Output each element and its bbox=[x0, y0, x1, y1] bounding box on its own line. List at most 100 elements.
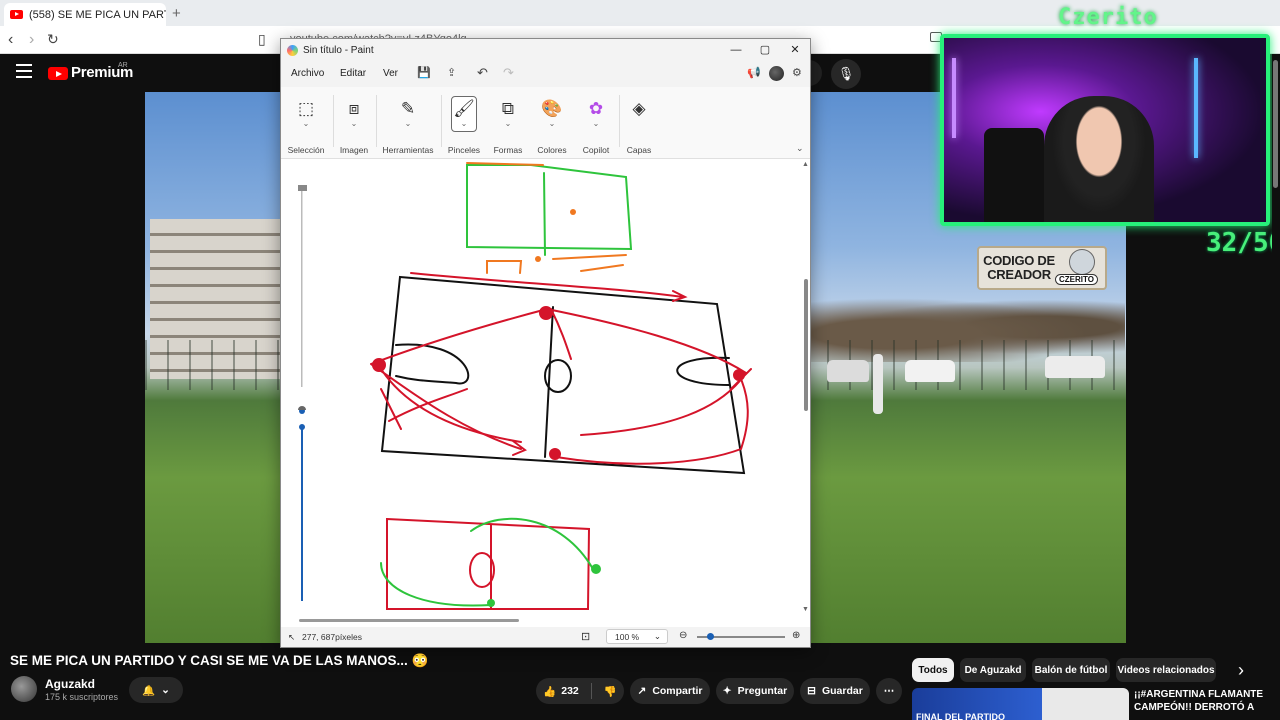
thumbs-down-icon[interactable]: 👎 bbox=[604, 685, 617, 698]
chevron-down-icon: ⌄ bbox=[504, 119, 512, 128]
brush-size-handle[interactable] bbox=[298, 185, 307, 191]
creator-badge-name: CZERITO bbox=[1055, 274, 1098, 285]
like-dislike-group: 👍 232 👎 bbox=[536, 678, 624, 704]
ribbon-label: Colores bbox=[537, 145, 567, 155]
reload-icon[interactable]: ↻ bbox=[47, 31, 59, 48]
bookmark-icon[interactable]: ▯ bbox=[258, 31, 266, 48]
redo-icon[interactable]: ↷ bbox=[503, 65, 514, 81]
chevron-down-icon: ⌄ bbox=[350, 119, 358, 128]
zoom-in-icon[interactable]: ⊕ bbox=[792, 630, 800, 641]
menu-archivo[interactable]: Archivo bbox=[291, 68, 324, 79]
chip-todos[interactable]: Todos bbox=[912, 658, 954, 682]
close-icon[interactable]: ✕ bbox=[780, 41, 810, 59]
paint-canvas[interactable] bbox=[281, 159, 810, 623]
share-icon: ↗ bbox=[637, 685, 647, 697]
menu-editar[interactable]: Editar bbox=[340, 68, 366, 79]
ask-label: Preguntar bbox=[737, 685, 788, 697]
forward-icon[interactable]: › bbox=[29, 31, 34, 49]
thumbs-up-icon: 👍 bbox=[543, 685, 557, 698]
chip-de-aguzakd[interactable]: De Aguzakd bbox=[960, 658, 1026, 682]
chips-next-icon[interactable]: › bbox=[1238, 660, 1244, 681]
paint-ribbon: ⬚ ⌄ Selección ⧈ ⌄ Imagen ✎ ⌄ Herramientas 🖌… bbox=[281, 87, 810, 159]
layers-icon: ◈ bbox=[632, 99, 646, 118]
divider bbox=[376, 95, 377, 147]
zoom-out-icon[interactable]: ⊖ bbox=[679, 630, 687, 641]
save-icon: ⊟ bbox=[807, 685, 816, 697]
page-scrollbar-thumb[interactable] bbox=[1273, 60, 1278, 188]
chevron-down-icon: ⌄ bbox=[302, 119, 310, 128]
opacity-thumb[interactable] bbox=[299, 424, 305, 430]
menu-icon[interactable] bbox=[16, 64, 32, 78]
video-title: SE ME PICA UN PARTIDO Y CASI SE ME VA DE… bbox=[10, 653, 429, 668]
chip-videos-relacionados[interactable]: Videos relacionados bbox=[1116, 658, 1216, 682]
new-tab-icon[interactable]: + bbox=[172, 5, 181, 22]
horizontal-scrollbar-thumb[interactable] bbox=[299, 619, 519, 622]
streamer-name: Czerito bbox=[1058, 5, 1158, 30]
cam-led-light bbox=[1194, 58, 1198, 158]
chip-balon[interactable]: Balón de fútbol bbox=[1032, 658, 1110, 682]
opacity-track[interactable] bbox=[301, 429, 303, 601]
creator-code-banner: CODIGO DE CREADOR CZERITO bbox=[977, 246, 1107, 290]
save-label: Guardar bbox=[821, 685, 863, 697]
video-car bbox=[905, 360, 955, 382]
drawing-surface[interactable] bbox=[281, 159, 810, 623]
ribbon-capas[interactable]: ◈ Capas bbox=[610, 99, 668, 155]
zoom-slider-thumb[interactable] bbox=[707, 633, 714, 640]
shapes-icon: ⧉ bbox=[501, 99, 515, 118]
save-icon[interactable]: 💾 bbox=[417, 66, 431, 79]
account-avatar[interactable] bbox=[769, 66, 784, 81]
mascot-icon bbox=[1069, 249, 1095, 275]
more-options-button[interactable]: ⋯ bbox=[876, 678, 902, 704]
main-pitch bbox=[380, 275, 746, 475]
share-label: Compartir bbox=[652, 685, 703, 697]
scroll-down-icon[interactable]: ▼ bbox=[802, 606, 809, 613]
undo-icon[interactable]: ↶ bbox=[477, 65, 488, 81]
bell-icon: 🔔 bbox=[142, 684, 156, 697]
scroll-up-icon[interactable]: ▲ bbox=[802, 161, 809, 168]
related-video-title[interactable]: ¡¡#ARGENTINA FLAMANTE CAMPEÓN!! DERROTÓ … bbox=[1134, 688, 1269, 714]
follower-goal-counter: 32/50 bbox=[1206, 228, 1280, 258]
brush-size-track[interactable] bbox=[301, 187, 303, 387]
collapse-ribbon-icon[interactable]: ⌄ bbox=[796, 143, 804, 154]
paint-window[interactable]: Sin título - Paint — ▢ ✕ Archivo Editar … bbox=[280, 38, 811, 648]
tools-icon: ✎ bbox=[400, 99, 416, 118]
chevron-down-icon: ⌄ bbox=[653, 631, 661, 641]
related-video-thumbnail[interactable]: FINAL DEL PARTIDO bbox=[912, 688, 1129, 720]
youtube-logo-icon[interactable] bbox=[48, 67, 68, 80]
ask-button[interactable]: ✦ Preguntar bbox=[716, 678, 794, 704]
cam-chair bbox=[984, 128, 1044, 222]
ribbon-imagen[interactable]: ⧈ ⌄ Imagen bbox=[325, 99, 383, 155]
channel-avatar[interactable] bbox=[11, 676, 37, 702]
video-player-person bbox=[873, 354, 883, 414]
save-button[interactable]: ⊟ Guardar bbox=[800, 678, 870, 704]
back-icon[interactable]: ‹ bbox=[8, 31, 13, 49]
channel-name[interactable]: Aguzakd bbox=[45, 677, 95, 691]
announcement-icon[interactable]: 📢 bbox=[747, 66, 761, 79]
opacity-icon bbox=[298, 406, 306, 410]
ribbon-label: Imagen bbox=[339, 145, 369, 155]
sparkle-icon: ✦ bbox=[722, 685, 732, 697]
fit-screen-icon[interactable]: ⊡ bbox=[581, 630, 590, 643]
maximize-icon[interactable]: ▢ bbox=[750, 41, 780, 59]
paint-logo-icon bbox=[287, 44, 298, 56]
like-button[interactable]: 👍 232 bbox=[543, 685, 579, 698]
vertical-scrollbar-thumb[interactable] bbox=[804, 279, 808, 411]
chevron-down-icon: ⌄ bbox=[404, 119, 412, 128]
subscribe-bell-button[interactable]: 🔔 ⌄ bbox=[129, 677, 183, 703]
ribbon-label: Copilot bbox=[582, 145, 610, 155]
zoom-select[interactable]: 100 % ⌄ bbox=[606, 629, 668, 644]
menu-ver[interactable]: Ver bbox=[383, 68, 398, 79]
ribbon-herramientas[interactable]: ✎ ⌄ Herramientas bbox=[379, 99, 437, 155]
copilot-icon: ✿ bbox=[588, 99, 604, 118]
minimize-icon[interactable]: — bbox=[721, 41, 751, 59]
chevron-down-icon: ⌄ bbox=[161, 684, 170, 696]
browser-tab[interactable]: (558) SE ME PICA UN PARTIDO Y ✕ bbox=[4, 3, 166, 26]
share-button[interactable]: ↗ Compartir bbox=[630, 678, 710, 704]
paint-window-title: Sin título - Paint bbox=[303, 44, 374, 56]
ribbon-label: Herramientas bbox=[382, 145, 434, 155]
ribbon-label: Pinceles bbox=[447, 145, 481, 155]
share-icon[interactable]: ⇪ bbox=[447, 66, 456, 79]
top-sketch bbox=[466, 162, 633, 274]
settings-icon[interactable]: ⚙ bbox=[792, 66, 802, 79]
microphone-icon[interactable]: 🎙 bbox=[831, 59, 861, 89]
